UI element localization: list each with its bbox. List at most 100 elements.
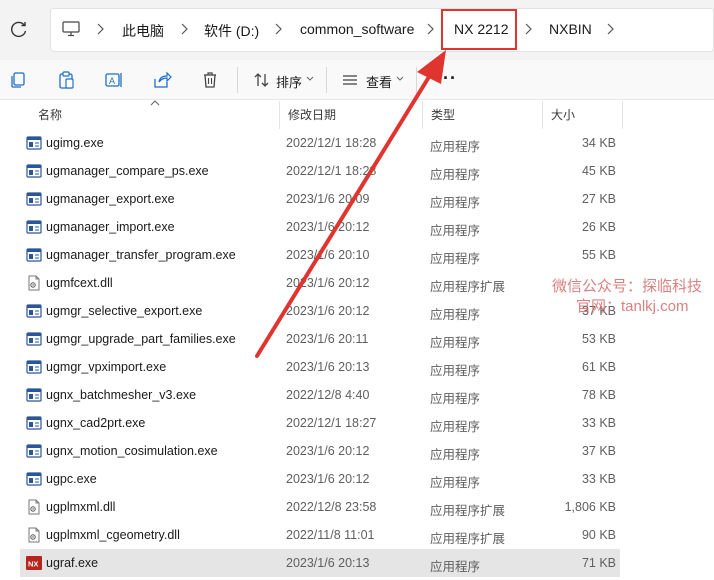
- chevron-right-icon[interactable]: [604, 22, 616, 36]
- application-icon: [26, 388, 42, 402]
- delete-icon[interactable]: [200, 70, 220, 90]
- breadcrumb-drive-d[interactable]: 软件 (D:): [204, 21, 259, 41]
- paste-icon[interactable]: [56, 70, 76, 90]
- application-icon: [26, 164, 42, 178]
- file-size: 90 KB: [581, 528, 616, 542]
- file-size: 27 KB: [581, 192, 616, 206]
- file-name: ugimg.exe: [46, 136, 104, 150]
- file-size: 45 KB: [581, 164, 616, 178]
- file-modified-date: 2022/11/8 11:01: [286, 528, 375, 542]
- highlight-box: [441, 9, 517, 50]
- file-row[interactable]: ugpc.exe 2023/1/6 20:12 应用程序 33 KB: [20, 465, 620, 493]
- file-name: ugplmxml.dll: [46, 500, 116, 514]
- view-button[interactable]: 查看: [366, 72, 392, 91]
- refresh-icon[interactable]: [8, 18, 30, 40]
- file-size: 61 KB: [581, 360, 616, 374]
- file-modified-date: 2023/1/6 20:12: [286, 276, 370, 290]
- file-row[interactable]: ugmanager_import.exe 2023/1/6 20:12 应用程序 26…: [20, 213, 620, 241]
- file-row[interactable]: ugmfcext.dll 2023/1/6 20:12 应用程序扩展: [20, 269, 620, 297]
- file-row[interactable]: ugnx_batchmesher_v3.exe 2022/12/8 4:40 应用程…: [20, 381, 620, 409]
- file-type: 应用程序: [430, 336, 481, 350]
- file-type: 应用程序: [430, 196, 481, 210]
- file-modified-date: 2022/12/8 4:40: [286, 388, 370, 402]
- file-name: ugnx_batchmesher_v3.exe: [46, 388, 197, 402]
- file-row[interactable]: ugmanager_compare_ps.exe 2022/12/1 18:28 应…: [20, 157, 620, 185]
- copy-icon[interactable]: [8, 70, 28, 90]
- file-type: 应用程序: [430, 364, 481, 378]
- file-type: 应用程序扩展: [430, 532, 506, 546]
- chevron-right-icon[interactable]: [522, 22, 534, 36]
- file-name: ugpc.exe: [46, 472, 97, 486]
- view-icon[interactable]: [340, 70, 360, 90]
- file-type: 应用程序: [430, 392, 481, 406]
- column-header-type[interactable]: 类型: [423, 101, 543, 129]
- file-name: ugmgr_selective_export.exe: [46, 304, 203, 318]
- file-type: 应用程序扩展: [430, 280, 506, 294]
- file-row[interactable]: ugmgr_vpximport.exe 2023/1/6 20:13 应用程序 61 …: [20, 353, 620, 381]
- column-header-modified[interactable]: 修改日期: [280, 101, 423, 129]
- application-icon: [26, 136, 42, 150]
- file-size: 55 KB: [581, 248, 616, 262]
- file-modified-date: 2023/1/6 20:09: [286, 192, 370, 206]
- chevron-down-icon[interactable]: [306, 76, 314, 82]
- file-size: 1,806 KB: [564, 500, 616, 514]
- file-size: 53 KB: [581, 332, 616, 346]
- chevron-right-icon[interactable]: [94, 22, 106, 36]
- file-type: 应用程序: [430, 560, 481, 574]
- file-type: 应用程序: [430, 140, 481, 154]
- file-type: 应用程序扩展: [430, 504, 506, 518]
- chevron-right-icon[interactable]: [424, 22, 436, 36]
- file-row[interactable]: ugimg.exe 2022/12/1 18:28 应用程序 34 KB: [20, 129, 620, 157]
- file-row[interactable]: ugmanager_export.exe 2023/1/6 20:09 应用程序 27…: [20, 185, 620, 213]
- watermark-wechat: 微信公众号：探临科技: [552, 278, 703, 295]
- file-name: ugmfcext.dll: [46, 276, 113, 290]
- file-row[interactable]: ugmgr_selective_export.exe 2023/1/6 20:12…: [20, 297, 620, 325]
- file-explorer-window: 此电脑 软件 (D:) common_software NX 2212 NXBI…: [0, 0, 714, 580]
- file-type: 应用程序: [430, 448, 481, 462]
- file-row[interactable]: ugplmxml.dll 2022/12/8 23:58 应用程序扩展 1,806 K…: [20, 493, 620, 521]
- toolbar-divider: [237, 67, 238, 93]
- chevron-right-icon[interactable]: [178, 22, 190, 36]
- file-size: 33 KB: [581, 416, 616, 430]
- file-name: ugraf.exe: [46, 556, 99, 570]
- file-row[interactable]: ugnx_motion_cosimulation.exe 2023/1/6 20:…: [20, 437, 620, 465]
- sort-button[interactable]: 排序: [276, 72, 302, 91]
- nx-app-icon: NX: [26, 556, 42, 570]
- chevron-right-icon[interactable]: [272, 22, 284, 36]
- column-header-size[interactable]: 大小: [543, 101, 623, 129]
- file-name: ugmgr_vpximport.exe: [46, 360, 167, 374]
- file-row[interactable]: ugmgr_upgrade_part_families.exe 2023/1/6 …: [20, 325, 620, 353]
- file-row[interactable]: NX ugraf.exe 2023/1/6 20:13 应用程序 71 KB: [20, 549, 620, 577]
- chevron-down-icon[interactable]: [396, 76, 404, 82]
- file-name: ugplmxml_cgeometry.dll: [46, 528, 180, 542]
- svg-text:NX: NX: [28, 560, 38, 569]
- address-bar-area: 此电脑 软件 (D:) common_software NX 2212 NXBI…: [0, 0, 714, 60]
- column-header-row: 名称 修改日期 类型 大小: [0, 101, 714, 129]
- column-header-name[interactable]: 名称: [30, 101, 280, 129]
- sort-icon[interactable]: [252, 70, 272, 90]
- application-icon: [26, 416, 42, 430]
- application-icon: [26, 472, 42, 486]
- file-size: 37 KB: [581, 444, 616, 458]
- file-row[interactable]: ugnx_cad2prt.exe 2022/12/1 18:27 应用程序 33 KB: [20, 409, 620, 437]
- file-size: 33 KB: [581, 472, 616, 486]
- command-bar: A 排序 查看 ···: [0, 60, 714, 100]
- file-name: ugnx_motion_cosimulation.exe: [46, 444, 218, 458]
- application-icon: [26, 444, 42, 458]
- file-modified-date: 2022/12/1 18:27: [286, 416, 377, 430]
- file-row[interactable]: ugmanager_transfer_program.exe 2023/1/6 2…: [20, 241, 620, 269]
- file-modified-date: 2023/1/6 20:12: [286, 444, 370, 458]
- file-row[interactable]: ugplmxml_cgeometry.dll 2022/11/8 11:01 应用程…: [20, 521, 620, 549]
- file-type: 应用程序: [430, 252, 481, 266]
- breadcrumb-common-software[interactable]: common_software: [300, 21, 414, 37]
- file-modified-date: 2022/12/8 23:58: [286, 500, 377, 514]
- file-name: ugmanager_import.exe: [46, 220, 175, 234]
- share-icon[interactable]: [152, 70, 172, 90]
- breadcrumb-nxbin[interactable]: NXBIN: [549, 21, 592, 37]
- breadcrumb-this-pc[interactable]: 此电脑: [122, 21, 164, 41]
- more-options-button[interactable]: ···: [436, 68, 457, 89]
- computer-icon: [62, 21, 80, 37]
- rename-icon[interactable]: A: [104, 70, 124, 90]
- toolbar-divider: [416, 67, 417, 93]
- file-modified-date: 2023/1/6 20:12: [286, 472, 370, 486]
